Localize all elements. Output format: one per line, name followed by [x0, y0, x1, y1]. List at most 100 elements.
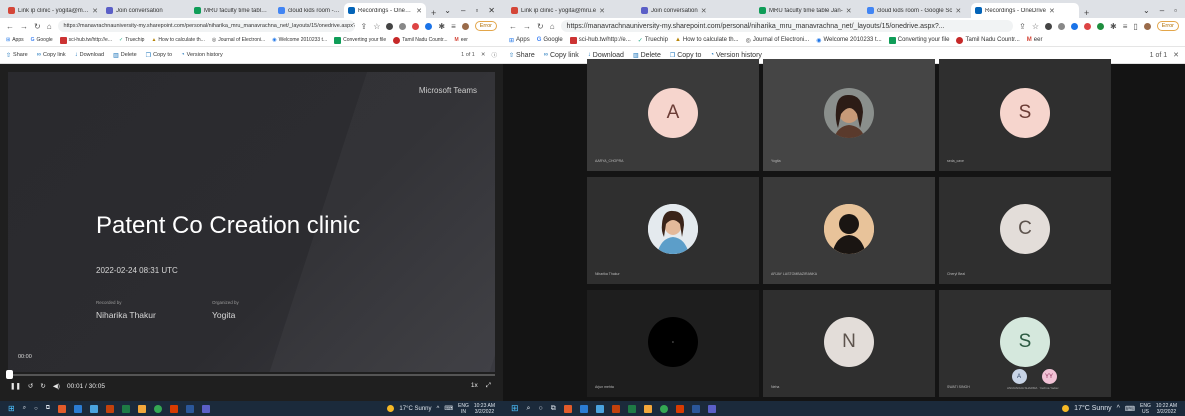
- powerpoint-icon[interactable]: [611, 404, 620, 413]
- speed-button[interactable]: 1x: [471, 382, 478, 390]
- url-field[interactable]: https://manavrachnauniversity-my.sharepo…: [560, 20, 1014, 32]
- url-field[interactable]: https://manavrachnauniversity-my.sharepo…: [57, 20, 355, 32]
- extension-icon[interactable]: [412, 22, 420, 30]
- close-icon[interactable]: ✕: [955, 7, 961, 15]
- copy-link-button[interactable]: ∞ Copy link: [37, 52, 66, 58]
- close-icon[interactable]: ✕: [701, 7, 707, 15]
- teams-icon[interactable]: [202, 404, 210, 413]
- reading-list-icon[interactable]: ≡: [1123, 22, 1128, 31]
- tab-join-conversation[interactable]: Join conversation: [102, 3, 190, 18]
- download-button[interactable]: ↓ Download: [75, 52, 104, 58]
- bookmark-journal[interactable]: ◎ Journal of Electroni...: [212, 37, 265, 43]
- weather-label[interactable]: 17°C Sunny: [1074, 405, 1111, 412]
- bookmark-google[interactable]: G Google: [537, 37, 563, 43]
- seek-bar[interactable]: [6, 370, 495, 379]
- bookmark-eer[interactable]: Meer: [1027, 37, 1043, 43]
- bookmark-journal[interactable]: ◎ Journal of Electroni...: [746, 37, 810, 44]
- share-page-icon[interactable]: ⇪: [361, 22, 368, 31]
- clock[interactable]: 10:23 AM 3/2/2022: [474, 403, 495, 415]
- bookmark-converting[interactable]: Converting your file: [334, 36, 386, 44]
- extension-icon[interactable]: [399, 22, 407, 30]
- windows-start-icon[interactable]: ⊞: [8, 404, 15, 413]
- mail-icon[interactable]: [74, 404, 82, 413]
- cortana-icon[interactable]: ○: [538, 405, 542, 412]
- extension-icon[interactable]: [1057, 22, 1065, 30]
- word-icon[interactable]: [691, 404, 700, 413]
- tab-cloud-kids[interactable]: cloud kids room - Google Sc ✕: [863, 3, 971, 18]
- bookmark-converting[interactable]: Converting your file: [888, 36, 949, 44]
- excel-icon[interactable]: [627, 404, 636, 413]
- clock[interactable]: 10:22 AM 3/2/2022: [1156, 403, 1177, 415]
- reading-list-icon[interactable]: ≡: [451, 22, 456, 31]
- powerpoint-icon[interactable]: [106, 404, 114, 413]
- teams-icon[interactable]: [707, 404, 716, 413]
- search-icon[interactable]: ⌕: [527, 405, 531, 413]
- version-history-button[interactable]: ◔ Version history: [710, 52, 762, 59]
- forward-icon[interactable]: →: [523, 22, 531, 31]
- info-icon[interactable]: ⓘ: [491, 51, 497, 59]
- home-icon[interactable]: ⌂: [550, 22, 555, 31]
- close-icon[interactable]: ✕: [416, 7, 422, 15]
- close-icon[interactable]: ✕: [1049, 7, 1055, 15]
- close-icon[interactable]: ✕: [92, 7, 98, 15]
- app-icon[interactable]: [595, 404, 604, 413]
- bookmark-welcome[interactable]: ◉ Welcome 2010233 t...: [816, 37, 882, 44]
- close-window-icon[interactable]: ✕: [488, 6, 495, 15]
- chrome-icon[interactable]: [659, 404, 668, 413]
- delete-button[interactable]: ▥ Delete: [113, 52, 137, 59]
- chevron-down-icon[interactable]: ⌄: [1143, 6, 1150, 15]
- profile-avatar[interactable]: [461, 22, 469, 30]
- new-tab-button[interactable]: +: [426, 8, 441, 18]
- bookmark-scihub[interactable]: sci-hub.tw/http://e...: [569, 36, 631, 44]
- tray-chevron-icon[interactable]: ^: [437, 406, 440, 412]
- star-icon[interactable]: ☆: [1032, 22, 1039, 31]
- search-icon[interactable]: ⌕: [23, 405, 26, 412]
- delete-button[interactable]: ▥ Delete: [633, 52, 661, 59]
- bookmark-truechip[interactable]: ✓ Truechip: [638, 37, 668, 44]
- extension-icon[interactable]: [1070, 22, 1078, 30]
- weather-label[interactable]: 17°C Sunny: [399, 406, 431, 412]
- app-icon[interactable]: [58, 404, 66, 413]
- tray-chevron-icon[interactable]: ^: [1117, 405, 1120, 412]
- bookmark-truechip[interactable]: ✓ Truechip: [119, 37, 144, 43]
- home-icon[interactable]: ⌂: [47, 22, 52, 31]
- tab-mru-timetable[interactable]: MRU faculty time table Jan- ✕: [755, 3, 863, 18]
- extension-icon[interactable]: [425, 22, 433, 30]
- word-icon[interactable]: [186, 404, 194, 413]
- share-page-icon[interactable]: ⇪: [1019, 22, 1026, 31]
- bookmark-google[interactable]: G Google: [31, 37, 53, 43]
- app-icon[interactable]: [138, 404, 146, 413]
- tab-mru-timetable[interactable]: MRU faculty time table Jan-: [190, 3, 274, 18]
- profile-avatar[interactable]: [1143, 22, 1151, 30]
- extension-icon[interactable]: [1044, 22, 1052, 30]
- tab-join-conversation[interactable]: Join conversation ✕: [637, 3, 755, 18]
- close-icon[interactable]: ✕: [846, 7, 852, 15]
- download-button[interactable]: ↓ Download: [588, 52, 624, 59]
- bookmark-welcome[interactable]: ◉ Welcome 2010233 t...: [272, 37, 327, 43]
- copy-to-button[interactable]: ❐ Copy to: [146, 52, 172, 59]
- extension-icon[interactable]: [1096, 22, 1104, 30]
- bookmark-how-to[interactable]: ▲ How to calculate th...: [675, 37, 739, 43]
- bookmark-tamil-nadu[interactable]: Tamil Nadu Countr...: [393, 36, 448, 44]
- error-button[interactable]: Error: [1156, 21, 1179, 31]
- language-indicator[interactable]: ENG IN: [458, 403, 469, 415]
- windows-start-icon[interactable]: ⊞: [511, 403, 519, 414]
- minimize-icon[interactable]: –: [1160, 6, 1164, 15]
- tab-recordings-onedrive[interactable]: Recordings - OneDrive ✕: [971, 3, 1079, 18]
- back-icon[interactable]: ←: [6, 22, 14, 31]
- maximize-icon[interactable]: ▫: [475, 6, 478, 15]
- bookmark-eer[interactable]: Meer: [455, 37, 468, 43]
- bookmark-how-to[interactable]: ▲ How to calculate th...: [151, 37, 204, 43]
- tab-gmail[interactable]: Link ip clinic - yogita@mru.e ✕: [4, 3, 102, 18]
- bookmark-tamil-nadu[interactable]: Tamil Nadu Countr...: [956, 36, 1020, 44]
- bookmark-apps[interactable]: ⊞ Apps: [6, 37, 24, 43]
- app-icon[interactable]: [90, 404, 98, 413]
- task-view-icon[interactable]: ⧉: [46, 405, 50, 412]
- app-icon[interactable]: [643, 404, 652, 413]
- close-icon[interactable]: ✕: [1173, 51, 1179, 59]
- back-icon[interactable]: ←: [509, 22, 517, 31]
- error-button[interactable]: Error: [474, 21, 497, 31]
- rewind-icon[interactable]: ↺: [28, 382, 33, 390]
- video-frame[interactable]: Microsoft Teams Patent Co Creation clini…: [8, 72, 495, 372]
- minimize-icon[interactable]: –: [461, 6, 465, 15]
